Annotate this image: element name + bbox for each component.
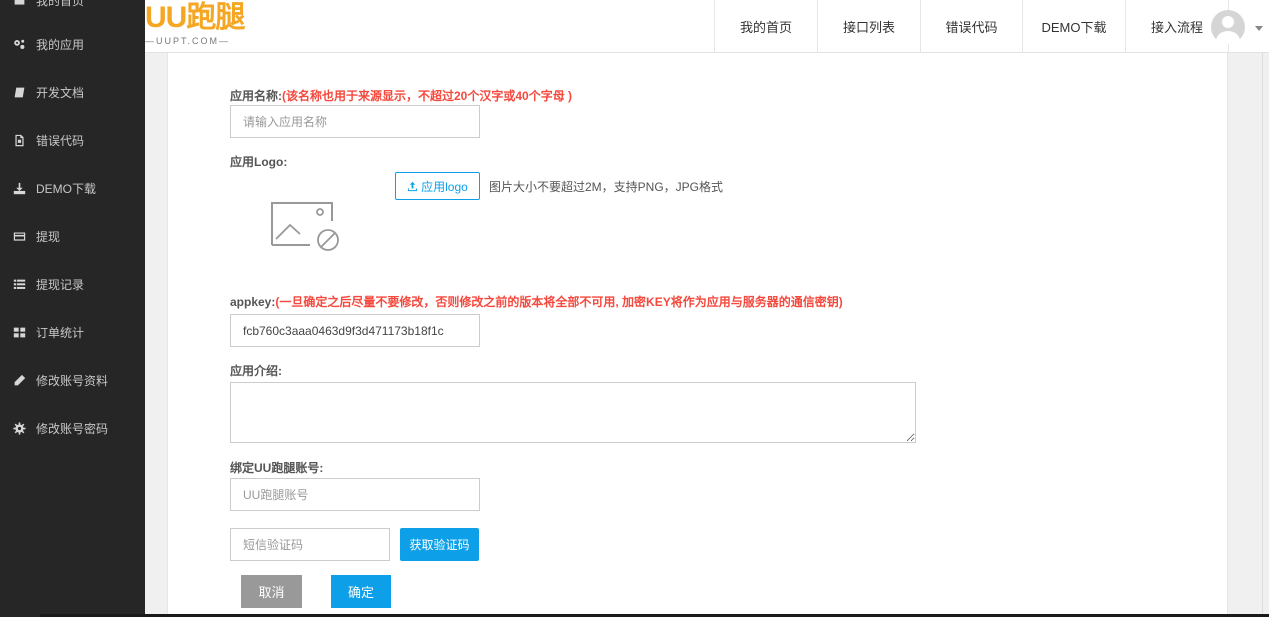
nav-error-codes[interactable]: 错误代码 <box>920 0 1022 53</box>
sidebar-item-label: DEMO下载 <box>36 181 97 196</box>
gear-icon <box>12 421 26 435</box>
appkey-hint: (一旦确定之后尽量不要修改，否则修改之前的版本将全部不可用, 加密KEY将作为应… <box>275 295 843 309</box>
sidebar-item-withdraw[interactable]: 提现 <box>0 218 145 254</box>
pencil-icon <box>12 373 26 387</box>
grid-icon <box>12 325 26 339</box>
sidebar-item-label: 修改账号资料 <box>36 373 109 388</box>
sidebar-item-label: 我的应用 <box>36 37 85 52</box>
sidebar-item-label: 订单统计 <box>36 325 85 340</box>
bind-account-label: 绑定UU跑腿账号: <box>230 461 324 475</box>
sidebar: 我的首页 我的应用 开发文档 错误代码 DEMO下载 提现 提现记录 订单统计 … <box>0 0 145 617</box>
chevron-down-icon[interactable] <box>1255 26 1263 31</box>
upload-logo-button[interactable]: 应用logo <box>395 172 480 200</box>
nav-home[interactable]: 我的首页 <box>714 0 817 53</box>
gears-icon <box>12 37 26 51</box>
sms-code-input[interactable] <box>230 528 390 561</box>
book-icon <box>12 85 26 99</box>
upload-icon <box>408 181 418 191</box>
sidebar-item-error-codes[interactable]: 错误代码 <box>0 122 145 158</box>
app-name-label: 应用名称:(该名称也用于来源显示，不超过20个汉字或40个字母 ) <box>230 89 573 103</box>
upload-logo-label: 应用logo <box>421 179 468 194</box>
upload-tip: 图片大小不要超过2M，支持PNG，JPG格式 <box>489 180 724 194</box>
sidebar-item-docs[interactable]: 开发文档 <box>0 74 145 110</box>
sidebar-item-home[interactable]: 我的首页 <box>0 0 145 18</box>
download-icon <box>12 181 26 195</box>
sidebar-item-edit-profile[interactable]: 修改账号资料 <box>0 362 145 398</box>
avatar[interactable] <box>1211 10 1245 44</box>
sidebar-item-order-stats[interactable]: 订单统计 <box>0 314 145 350</box>
sidebar-item-my-apps[interactable]: 我的应用 <box>0 26 145 62</box>
app-name-input[interactable] <box>230 105 480 138</box>
sidebar-item-label: 修改账号密码 <box>36 421 109 436</box>
sidebar-item-label: 开发文档 <box>36 85 85 100</box>
top-nav: 我的首页 接口列表 错误代码 DEMO下载 接入流程 <box>714 0 1229 53</box>
card-icon <box>12 229 26 243</box>
confirm-button[interactable]: 确定 <box>331 575 391 608</box>
file-code-icon <box>12 133 26 147</box>
sidebar-item-label: 错误代码 <box>36 133 85 148</box>
appkey-label: appkey:(一旦确定之后尽量不要修改，否则修改之前的版本将全部不可用, 加密… <box>230 295 843 309</box>
sidebar-item-label: 提现记录 <box>36 277 85 292</box>
app-intro-textarea[interactable] <box>230 382 916 443</box>
list-icon <box>12 277 26 291</box>
sidebar-item-label: 提现 <box>36 229 61 244</box>
sidebar-item-change-password[interactable]: 修改账号密码 <box>0 410 145 446</box>
app-logo-label: 应用Logo: <box>230 155 288 169</box>
logo[interactable]: UU跑腿 —UUPT.COM— <box>145 0 265 53</box>
nav-demo-download[interactable]: DEMO下载 <box>1022 0 1125 53</box>
app-intro-label: 应用介绍: <box>230 364 282 378</box>
main-content: 应用名称:(该名称也用于来源显示，不超过20个汉字或40个字母 ) 应用Logo… <box>167 53 1228 617</box>
logo-text: UU跑腿 <box>145 1 245 34</box>
sidebar-item-demo-download[interactable]: DEMO下载 <box>0 170 145 206</box>
logo-subtext: —UUPT.COM— <box>145 36 230 46</box>
get-code-button[interactable]: 获取验证码 <box>400 528 479 561</box>
home-icon <box>12 0 26 7</box>
sidebar-item-label: 我的首页 <box>36 0 85 8</box>
image-placeholder-icon <box>271 202 339 251</box>
scrollbar-track[interactable] <box>1262 53 1263 617</box>
top-header: UU跑腿 —UUPT.COM— 我的首页 接口列表 错误代码 DEMO下载 接入… <box>145 0 1269 53</box>
uu-account-input[interactable] <box>230 478 480 511</box>
cancel-button[interactable]: 取消 <box>241 575 302 608</box>
sidebar-item-withdraw-records[interactable]: 提现记录 <box>0 266 145 302</box>
appkey-input[interactable] <box>230 314 480 347</box>
nav-api-list[interactable]: 接口列表 <box>817 0 920 53</box>
app-name-hint: (该名称也用于来源显示，不超过20个汉字或40个字母 ) <box>282 89 573 103</box>
